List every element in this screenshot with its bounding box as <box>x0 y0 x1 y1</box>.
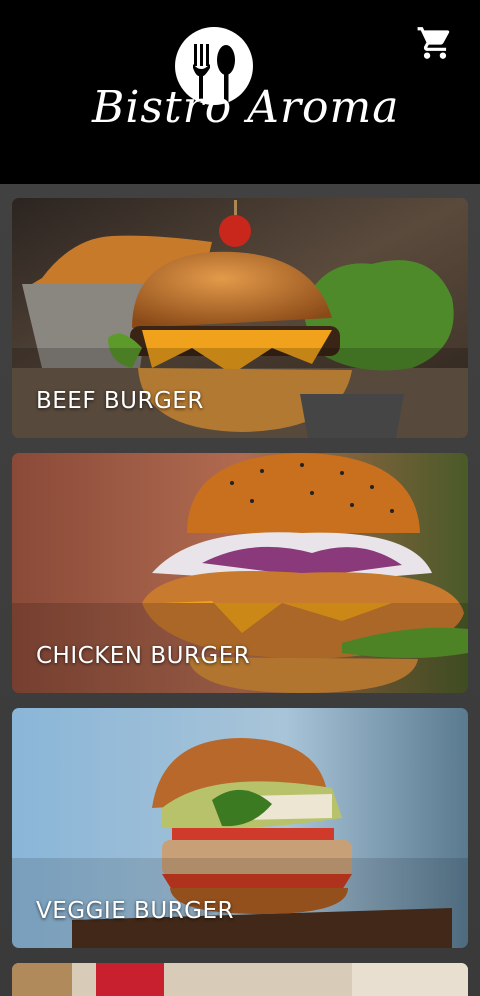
menu-card-photo <box>12 963 468 996</box>
cart-button[interactable] <box>416 24 454 62</box>
menu-card-veggie-burger[interactable]: VEGGIE BURGER <box>12 708 468 948</box>
menu-card-label: BEEF BURGER <box>36 388 204 414</box>
menu-card-beef-burger[interactable]: BEEF BURGER <box>12 198 468 438</box>
menu-card-label: VEGGIE BURGER <box>36 898 234 924</box>
menu-card-label: CHICKEN BURGER <box>36 643 251 669</box>
menu-list: BEEF BURGER CHICKEN BURGER VEGGIE BURGER <box>0 184 480 996</box>
app-header: Bistro Aroma <box>0 0 480 184</box>
menu-card-next[interactable] <box>12 963 468 996</box>
brand-name: Bistro Aroma <box>92 82 400 133</box>
cart-icon <box>417 27 450 59</box>
brand-logo[interactable]: Bistro Aroma <box>92 24 400 164</box>
menu-card-chicken-burger[interactable]: CHICKEN BURGER <box>12 453 468 693</box>
